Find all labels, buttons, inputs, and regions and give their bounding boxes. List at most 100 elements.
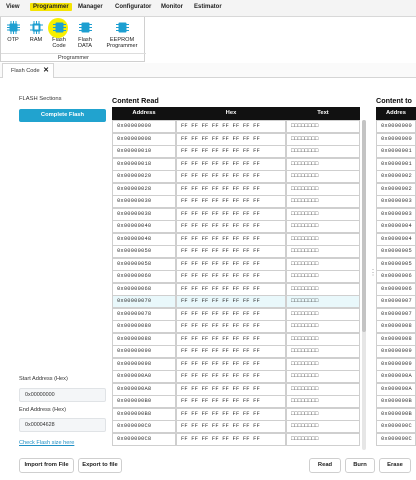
hex-cell[interactable]: FF FF FF FF FF FF FF FF <box>176 195 286 208</box>
menu-estimator[interactable]: Estimator <box>194 4 222 10</box>
write-address-cell[interactable]: 0x0000007 <box>376 307 416 321</box>
vertical-scrollbar[interactable] <box>362 120 366 450</box>
address-cell[interactable]: 0x000000C0 <box>112 420 176 433</box>
hex-cell[interactable]: FF FF FF FF FF FF FF FF <box>176 295 286 308</box>
address-cell[interactable]: 0x00000078 <box>112 307 176 321</box>
write-address-cell[interactable]: 0x0000005 <box>376 257 416 271</box>
write-address-cell[interactable]: 0x0000007 <box>376 295 416 308</box>
close-icon[interactable]: ✕ <box>43 64 49 78</box>
text-cell[interactable]: □□□□□□□□ <box>286 282 360 296</box>
hex-cell[interactable]: FF FF FF FF FF FF FF FF <box>176 120 286 133</box>
complete-flash-button[interactable]: Complete Flash <box>19 109 106 122</box>
hex-cell[interactable]: FF FF FF FF FF FF FF FF <box>176 357 286 371</box>
ram-button[interactable]: RAM <box>29 21 43 43</box>
address-cell[interactable]: 0x00000058 <box>112 257 176 271</box>
text-cell[interactable]: □□□□□□□□ <box>286 370 360 383</box>
hex-cell[interactable]: FF FF FF FF FF FF FF FF <box>176 245 286 258</box>
hex-cell[interactable]: FF FF FF FF FF FF FF FF <box>176 307 286 321</box>
address-cell[interactable]: 0x00000018 <box>112 157 176 171</box>
text-cell[interactable]: □□□□□□□□ <box>286 157 360 171</box>
read-button[interactable]: Read <box>309 458 341 473</box>
address-cell[interactable]: 0x00000068 <box>112 282 176 296</box>
hex-cell[interactable]: FF FF FF FF FF FF FF FF <box>176 345 286 358</box>
address-cell[interactable]: 0x000000B0 <box>112 395 176 408</box>
hex-cell[interactable]: FF FF FF FF FF FF FF FF <box>176 270 286 283</box>
address-cell[interactable]: 0x000000A8 <box>112 382 176 396</box>
export-to-file-button[interactable]: Export to file <box>78 458 122 473</box>
write-address-cell[interactable]: 0x0000005 <box>376 245 416 258</box>
hex-cell[interactable]: FF FF FF FF FF FF FF FF <box>176 207 286 221</box>
address-cell[interactable]: 0x00000080 <box>112 320 176 333</box>
import-from-file-button[interactable]: Import from File <box>19 458 74 473</box>
menu-manager[interactable]: Manager <box>78 4 103 10</box>
hex-cell[interactable]: FF FF FF FF FF FF FF FF <box>176 332 286 346</box>
write-address-cell[interactable]: 0x0000003 <box>376 195 416 208</box>
hex-cell[interactable]: FF FF FF FF FF FF FF FF <box>176 170 286 183</box>
text-cell[interactable]: □□□□□□□□ <box>286 195 360 208</box>
write-address-cell[interactable]: 0x0000008 <box>376 332 416 346</box>
text-cell[interactable]: □□□□□□□□ <box>286 270 360 283</box>
text-cell[interactable]: □□□□□□□□ <box>286 332 360 346</box>
write-address-cell[interactable]: 0x0000000 <box>376 120 416 133</box>
hex-cell[interactable]: FF FF FF FF FF FF FF FF <box>176 320 286 333</box>
text-cell[interactable]: □□□□□□□□ <box>286 220 360 233</box>
write-address-cell[interactable]: 0x0000008 <box>376 320 416 333</box>
text-cell[interactable]: □□□□□□□□ <box>286 307 360 321</box>
text-cell[interactable]: □□□□□□□□ <box>286 320 360 333</box>
eeprom-programmer-button[interactable]: EEPROM Programmer <box>103 21 141 49</box>
text-cell[interactable]: □□□□□□□□ <box>286 357 360 371</box>
write-address-cell[interactable]: 0x0000003 <box>376 207 416 221</box>
write-address-cell[interactable]: 0x0000001 <box>376 145 416 158</box>
address-cell[interactable]: 0x00000010 <box>112 145 176 158</box>
address-cell[interactable]: 0x00000050 <box>112 245 176 258</box>
menu-view[interactable]: View <box>6 4 20 10</box>
address-cell[interactable]: 0x00000048 <box>112 232 176 246</box>
write-address-cell[interactable]: 0x0000006 <box>376 282 416 296</box>
address-cell[interactable]: 0x00000008 <box>112 132 176 146</box>
text-cell[interactable]: □□□□□□□□ <box>286 420 360 433</box>
write-address-cell[interactable]: 0x0000004 <box>376 232 416 246</box>
write-address-cell[interactable]: 0x000000B <box>376 407 416 421</box>
tab-flash-code[interactable]: Flash Code ✕ <box>2 63 54 78</box>
menu-monitor[interactable]: Monitor <box>161 4 183 10</box>
check-flash-size-link[interactable]: Check Flash size here <box>19 440 74 446</box>
hex-cell[interactable]: FF FF FF FF FF FF FF FF <box>176 182 286 196</box>
write-address-cell[interactable]: 0x0000006 <box>376 270 416 283</box>
otp-button[interactable]: OTP <box>6 21 20 43</box>
flash-code-button[interactable]: Flash Code <box>47 18 68 49</box>
write-address-cell[interactable]: 0x0000009 <box>376 345 416 358</box>
hex-cell[interactable]: FF FF FF FF FF FF FF FF <box>176 145 286 158</box>
address-cell[interactable]: 0x00000098 <box>112 357 176 371</box>
write-address-cell[interactable]: 0x000000B <box>376 395 416 408</box>
end-address-input[interactable]: 0x00004628 <box>19 418 106 432</box>
write-address-cell[interactable]: 0x0000000 <box>376 132 416 146</box>
hex-cell[interactable]: FF FF FF FF FF FF FF FF <box>176 370 286 383</box>
hex-cell[interactable]: FF FF FF FF FF FF FF FF <box>176 220 286 233</box>
text-cell[interactable]: □□□□□□□□ <box>286 432 360 446</box>
text-cell[interactable]: □□□□□□□□ <box>286 395 360 408</box>
start-address-input[interactable]: 0x00000000 <box>19 388 106 402</box>
text-cell[interactable]: □□□□□□□□ <box>286 245 360 258</box>
text-cell[interactable]: □□□□□□□□ <box>286 170 360 183</box>
write-address-cell[interactable]: 0x000000C <box>376 420 416 433</box>
menu-programmer[interactable]: Programmer <box>30 3 72 11</box>
text-cell[interactable]: □□□□□□□□ <box>286 132 360 146</box>
address-cell[interactable]: 0x00000070 <box>112 295 176 308</box>
text-cell[interactable]: □□□□□□□□ <box>286 207 360 221</box>
write-address-cell[interactable]: 0x000000A <box>376 382 416 396</box>
erase-button[interactable]: Erase <box>379 458 411 473</box>
write-address-cell[interactable]: 0x000000C <box>376 432 416 446</box>
address-cell[interactable]: 0x00000040 <box>112 220 176 233</box>
address-cell[interactable]: 0x000000C8 <box>112 432 176 446</box>
address-cell[interactable]: 0x00000038 <box>112 207 176 221</box>
flash-data-button[interactable]: Flash DATA <box>77 21 93 49</box>
text-cell[interactable]: □□□□□□□□ <box>286 257 360 271</box>
hex-cell[interactable]: FF FF FF FF FF FF FF FF <box>176 132 286 146</box>
text-cell[interactable]: □□□□□□□□ <box>286 345 360 358</box>
write-address-cell[interactable]: 0x0000001 <box>376 157 416 171</box>
address-cell[interactable]: 0x00000060 <box>112 270 176 283</box>
hex-cell[interactable]: FF FF FF FF FF FF FF FF <box>176 407 286 421</box>
address-cell[interactable]: 0x00000030 <box>112 195 176 208</box>
address-cell[interactable]: 0x00000020 <box>112 170 176 183</box>
write-address-cell[interactable]: 0x0000009 <box>376 357 416 371</box>
